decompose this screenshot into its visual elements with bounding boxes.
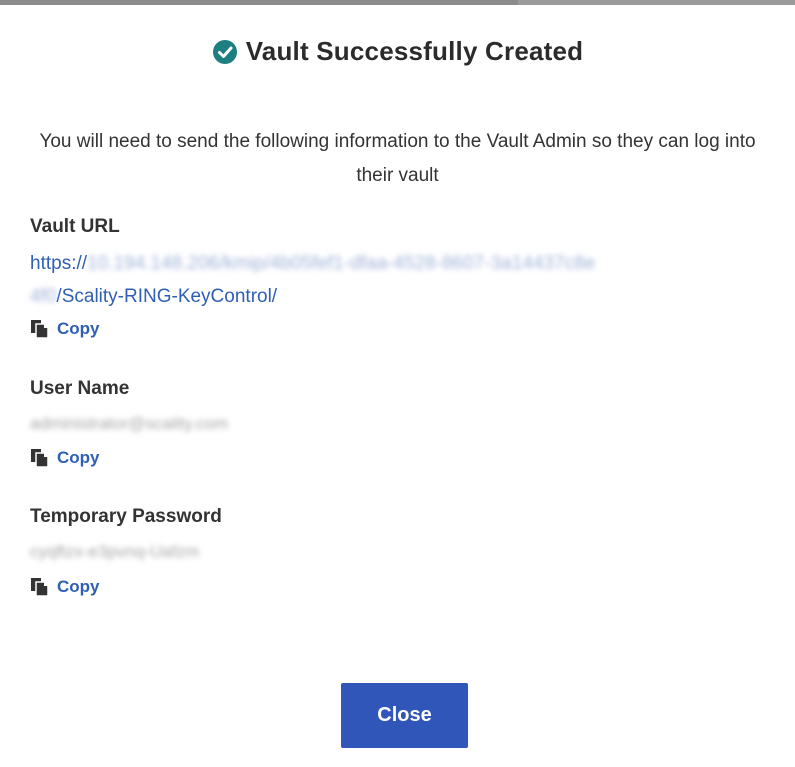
intro-text: You will need to send the following info… <box>39 131 756 186</box>
copy-icon <box>31 578 49 597</box>
temporary-password-label: Temporary Password <box>30 506 222 527</box>
vault-url-obscured-part-2: 4f0 <box>30 286 57 307</box>
copy-user-name-button[interactable]: Copy <box>30 448 100 468</box>
copy-vault-url-button[interactable]: Copy <box>30 319 100 339</box>
copy-temporary-password-button[interactable]: Copy <box>30 577 100 597</box>
vault-url-label: Vault URL <box>30 216 120 237</box>
close-button[interactable]: Close <box>341 683 468 748</box>
dialog-title-text: Vault Successfully Created <box>245 36 584 66</box>
top-border-segment <box>518 0 795 5</box>
temporary-password-value: cyqftzx-e3pvnq-Uafzm <box>30 542 200 561</box>
vault-url-prefix: https:// <box>30 253 88 274</box>
check-circle-icon <box>212 39 237 64</box>
copy-icon <box>31 449 49 468</box>
user-name-value: administrator@scality.com <box>30 414 229 433</box>
dialog-title: Vault Successfully Created <box>0 36 795 72</box>
copy-icon <box>31 320 49 339</box>
vault-url-value[interactable]: https://10.194.148.206/kmip/4b05fef1-dfa… <box>30 247 780 313</box>
vault-url-obscured-part-1: 10.194.148.206/kmip/4b05fef1-dfaa-4528-8… <box>87 253 596 274</box>
vault-url-suffix: /Scality-RING-KeyControl/ <box>56 286 278 307</box>
copy-temporary-password-label: Copy <box>57 577 100 596</box>
copy-user-name-label: Copy <box>57 448 100 467</box>
user-name-label: User Name <box>30 378 130 399</box>
copy-vault-url-label: Copy <box>57 319 100 338</box>
